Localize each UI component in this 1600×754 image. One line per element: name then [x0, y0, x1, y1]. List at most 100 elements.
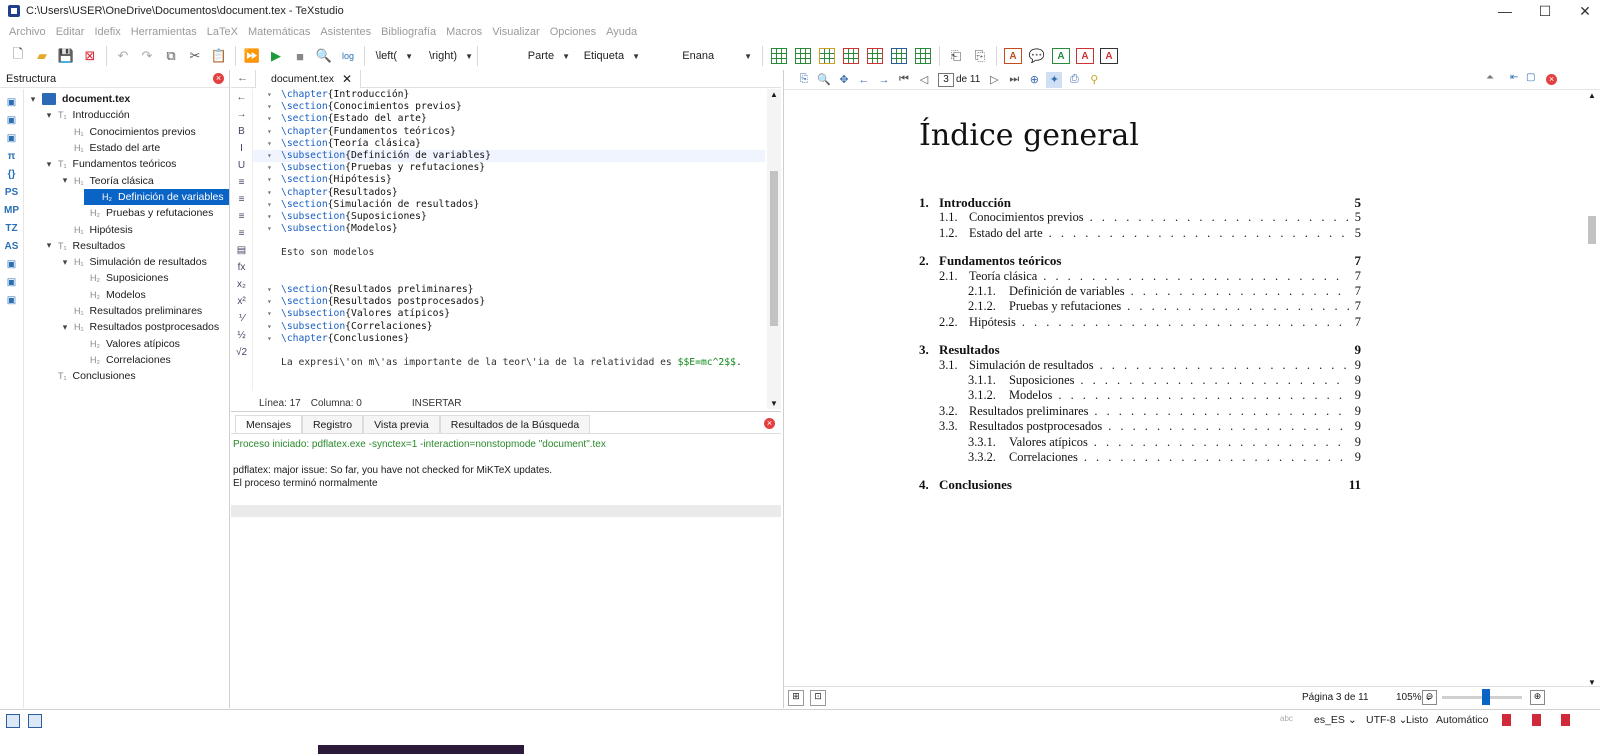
- table-add-row-icon[interactable]: [793, 46, 813, 66]
- tree-item[interactable]: ▾ T₁ Introducción: [24, 107, 229, 123]
- fold-marker-icon[interactable]: [253, 357, 281, 369]
- fold-marker-icon[interactable]: ▾: [253, 126, 281, 138]
- first-page-icon[interactable]: ⏮: [896, 72, 912, 88]
- MP-icon[interactable]: MP: [3, 201, 21, 219]
- comment-icon[interactable]: 💬: [1027, 46, 1047, 66]
- -icon[interactable]: {}: [3, 165, 21, 183]
- chevron-down-icon[interactable]: ▾: [60, 257, 70, 268]
- chevron-down-icon[interactable]: ▾: [44, 110, 54, 121]
- format-icon[interactable]: √2: [234, 344, 250, 361]
- tree-item[interactable]: H₂ Pruebas y refutaciones: [24, 205, 229, 221]
- copy-icon[interactable]: ⧉: [161, 46, 181, 66]
- redo-icon[interactable]: ↷: [137, 46, 157, 66]
- toc-entry[interactable]: 1. Introducción 5: [919, 195, 1361, 211]
- format-icon[interactable]: I: [234, 140, 250, 157]
- tree-item[interactable]: H₁ Estado del arte: [24, 140, 229, 156]
- bookmark-icon[interactable]: [1502, 714, 1511, 726]
- fold-marker-icon[interactable]: ▾: [253, 321, 281, 333]
- fold-marker-icon[interactable]: ▾: [253, 223, 281, 235]
- text-format-red-icon[interactable]: A: [1075, 46, 1095, 66]
- fold-marker-icon[interactable]: ▾: [253, 162, 281, 174]
- fold-marker-icon[interactable]: ▾: [253, 308, 281, 320]
- label-dropdown[interactable]: Etiqueta ▼: [570, 50, 640, 62]
- previous-page-icon[interactable]: ◁: [916, 72, 932, 88]
- toc-entry[interactable]: 3.1. Simulación de resultados . . . . . . …: [919, 358, 1361, 373]
- menu-11[interactable]: Ayuda: [601, 26, 642, 38]
- compile-icon[interactable]: ▶: [266, 46, 286, 66]
- fold-marker-icon[interactable]: ▾: [253, 211, 281, 223]
- format-icon[interactable]: U: [234, 157, 250, 174]
- language-selector[interactable]: es_ES ⌄: [1314, 714, 1357, 726]
- compile-mode[interactable]: Automático: [1436, 714, 1489, 726]
- chevron-down-icon[interactable]: ▾: [60, 175, 70, 186]
- zoom-search-icon[interactable]: 🔍: [816, 72, 832, 88]
- fit-width-icon[interactable]: ⎙: [1066, 72, 1082, 88]
- format-icon[interactable]: ⅟: [234, 310, 250, 327]
- fold-marker-icon[interactable]: [253, 247, 281, 259]
- toc-entry[interactable]: 3.1.1. Suposiciones . . . . . . . . . . . …: [919, 373, 1361, 388]
- text-format-dark-icon[interactable]: A: [1099, 46, 1119, 66]
- format-icon[interactable]: ≡: [234, 174, 250, 191]
- table-add-column-icon[interactable]: [817, 46, 837, 66]
- format-icon[interactable]: ≡: [234, 225, 250, 242]
- fold-marker-icon[interactable]: ▾: [253, 174, 281, 186]
- part-dropdown[interactable]: Parte ▼: [482, 50, 570, 62]
- encoding-selector[interactable]: UTF-8 ⌄: [1366, 714, 1407, 726]
- chevron-down-icon[interactable]: ▾: [28, 94, 38, 105]
- outline-icon[interactable]: ▣: [3, 111, 21, 129]
- menu-4[interactable]: LaTeX: [202, 26, 243, 38]
- tab-messages-1[interactable]: Registro: [301, 415, 364, 433]
- tree-item[interactable]: H₁ Resultados preliminares: [24, 303, 229, 319]
- menu-3[interactable]: Herramientas: [126, 26, 202, 38]
- structure-icon[interactable]: ▣: [3, 93, 21, 111]
- tab-messages-2[interactable]: Vista previa: [363, 415, 440, 433]
- tree-item[interactable]: T₁ Conclusiones: [24, 368, 229, 384]
- close-file-icon[interactable]: ⊠: [80, 46, 100, 66]
- view-pdf-icon[interactable]: 🔍: [314, 46, 334, 66]
- text-format-icon[interactable]: A: [1003, 46, 1023, 66]
- toggle-sidebar-icon[interactable]: ⊞: [788, 690, 804, 706]
- menu-0[interactable]: Archivo: [4, 26, 51, 38]
- editor-scrollbar[interactable]: ▲ ▼: [767, 89, 781, 409]
- table-cut-column-icon[interactable]: [889, 46, 909, 66]
- toc-entry[interactable]: 3.3.1. Valores atípicos . . . . . . . . . …: [919, 435, 1361, 450]
- window-icon[interactable]: ▢: [1526, 72, 1535, 83]
- format-icon[interactable]: ≡: [234, 191, 250, 208]
- insert-mode-indicator[interactable]: INSERTAR: [412, 398, 462, 410]
- scroll-down-icon[interactable]: ▼: [770, 399, 778, 408]
- tree-item[interactable]: H₂ Modelos: [24, 287, 229, 303]
- code-editor[interactable]: ▾ \chapter {Introducción} ▾ \section {Conocim…: [253, 89, 765, 391]
- collapse-icon[interactable]: ⏶: [1486, 72, 1494, 83]
- tab-messages-0[interactable]: Mensajes: [235, 415, 302, 433]
- toc-entry[interactable]: 3.3. Resultados postprocesados . . . . . .…: [919, 419, 1361, 434]
- fold-marker-icon[interactable]: [253, 345, 281, 357]
- tree-item[interactable]: ▾ document.tex: [24, 91, 229, 107]
- fold-marker-icon[interactable]: ▾: [253, 138, 281, 150]
- zoom-slider-handle[interactable]: [1482, 689, 1490, 705]
- tab-messages-3[interactable]: Resultados de la Búsqueda: [439, 415, 591, 433]
- fold-marker-icon[interactable]: [253, 260, 281, 272]
- fold-marker-icon[interactable]: [253, 235, 281, 247]
- menu-10[interactable]: Opciones: [545, 26, 601, 38]
- chevron-down-icon[interactable]: ▾: [44, 159, 54, 170]
- fold-marker-icon[interactable]: ▾: [253, 296, 281, 308]
- last-page-icon[interactable]: ⏭: [1006, 72, 1022, 88]
- toc-entry[interactable]: 2.1.2. Pruebas y refutaciones . . . . . . …: [919, 299, 1361, 314]
- zoom-in-icon[interactable]: ⊕: [1026, 72, 1042, 88]
- tree-item[interactable]: ▾ H₁ Resultados postprocesados: [24, 319, 229, 335]
- insert-include-icon[interactable]: ⎗: [946, 46, 966, 66]
- PS-icon[interactable]: PS: [3, 183, 21, 201]
- menu-7[interactable]: Bibliografía: [376, 26, 441, 38]
- tree-item[interactable]: H₂ Suposiciones: [24, 270, 229, 286]
- forward-arrow-icon[interactable]: →: [876, 72, 892, 88]
- zoom-out-icon[interactable]: ⊖: [1422, 690, 1437, 705]
- fold-marker-icon[interactable]: ▾: [253, 101, 281, 113]
- sync-icon[interactable]: ⎘: [796, 72, 812, 88]
- save-icon[interactable]: 💾: [56, 46, 76, 66]
- chart-icon[interactable]: ▣: [3, 273, 21, 291]
- table-icon[interactable]: [769, 46, 789, 66]
- insert-input-icon[interactable]: ⎘: [970, 46, 990, 66]
- scrollbar-thumb[interactable]: [770, 171, 778, 326]
- format-icon[interactable]: fx: [234, 259, 250, 276]
- page-number-input[interactable]: 3: [938, 72, 954, 87]
